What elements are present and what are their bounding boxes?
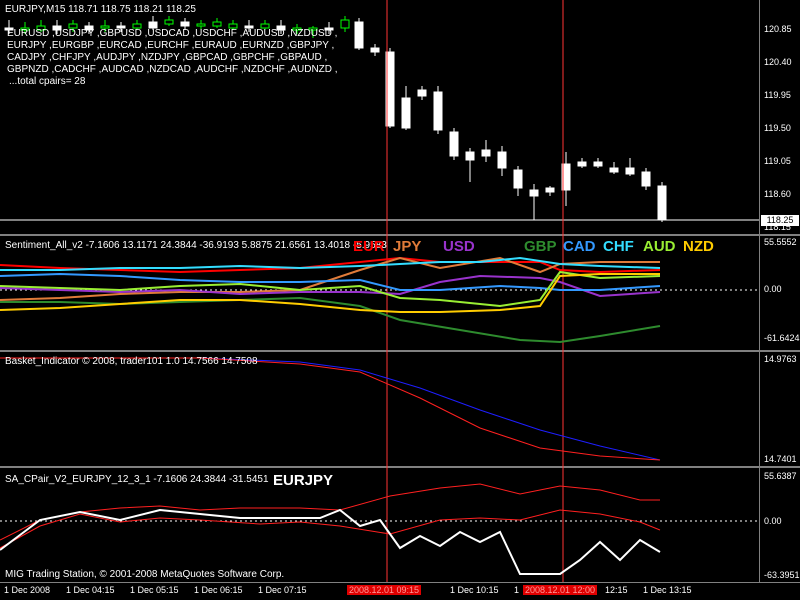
price-label: 119.50 [764,123,791,133]
pairs-line: CADJPY ,CHFJPY ,AUDJPY ,NZDJPY ,GBPCAD ,… [7,52,328,63]
sentiment-scale-zero: 0.00 [764,284,782,294]
candle-body [370,47,380,53]
candle-body [433,91,443,131]
price-label: 120.40 [764,57,792,67]
cpair-scale-top: 55.6387 [764,471,797,481]
candle-body [401,97,411,129]
candle-body [465,151,475,161]
candle-body [449,131,459,157]
candle-body [212,21,222,27]
crosshair-time-label: 2008.12.01 12:00 [523,585,598,595]
cpair-symbol: EURJPY [273,472,334,489]
cpair-title: SA_CPair_V2_EURJPY_12_3_1 -7.1606 24.384… [5,474,269,485]
current-price-marker: 118.25 [761,215,799,226]
basket-scale-top: 14.9763 [764,354,797,364]
candle-body [354,21,364,49]
time-label: 1 Dec 2008 [4,585,51,595]
candle-body [481,149,491,157]
currency-label-cad: CAD [563,238,596,255]
time-label: 12:15 [605,585,628,595]
candle-body [417,89,427,97]
currency-label-aud: AUD [643,238,676,255]
total-pairs-label: ...total cpairs= 28 [9,76,86,87]
sentiment-title: Sentiment_All_v2 -7.1606 13.1171 24.3844… [5,240,387,251]
currency-label-jpy: JPY [393,238,422,255]
time-label: 1 Dec 06:15 [194,585,243,595]
crosshair-time-label: 2008.12.01 09:15 [347,585,422,595]
candle-body [609,167,619,173]
chart-title: EURJPY,M15 118.71 118.75 118.21 118.25 [5,4,196,15]
currency-label-usd: USD [443,238,475,255]
candle-body [545,187,555,193]
time-label: 1 Dec 04:15 [66,585,115,595]
candle-body [340,19,350,29]
basket-scale-bottom: 14.7401 [764,454,797,464]
currency-label-chf: CHF [603,238,634,255]
price-scale-border [759,0,760,582]
currency-label-nzd: NZD [683,238,714,255]
time-label: 1 Dec 07:15 [258,585,307,595]
candle-body [641,171,651,187]
candle-body [497,151,507,169]
price-label: 118.60 [764,189,791,199]
currency-label-gbp: GBP [524,238,557,255]
candle-body [593,161,603,167]
candle-body [513,169,523,189]
cpair-scale-bottom: -63.3951 [764,570,800,580]
pairs-line: EURUSD ,USDJPY ,GBPUSD ,USDCAD ,USDCHF ,… [7,28,338,39]
time-axis-border [0,582,800,583]
candle-body [577,161,587,167]
sentiment-scale-bottom: -61.6424 [764,333,800,343]
currency-label-eur: EUR [353,238,385,255]
pairs-line: EURJPY ,EURGBP ,EURCAD ,EURCHF ,EURAUD ,… [7,40,335,51]
candle-body [657,185,667,221]
candle-body [196,23,206,27]
time-label: 1 Dec 13:15 [643,585,692,595]
pairs-line: GBPNZD ,CADCHF ,AUDCAD ,NZDCAD ,AUDCHF ,… [7,64,338,75]
price-label: 120.85 [764,24,792,34]
candle-body [164,19,174,25]
time-label: 1 Dec 05:15 [130,585,179,595]
candle-body [529,189,539,197]
cpair-line-main [0,508,661,575]
candle-body [625,167,635,175]
basket-title: Basket_Indicator © 2008, trader101 1.0 1… [5,356,258,367]
copyright-label: MIG Trading Station, © 2001-2008 MetaQuo… [5,569,285,580]
price-label: 119.05 [764,156,791,166]
sentiment-scale-top: 55.5552 [764,237,797,247]
basket-line-blue [0,357,661,461]
basket-line-red [0,357,661,461]
time-label: 1 [514,585,520,595]
cpair-scale-zero: 0.00 [764,516,782,526]
chart-canvas[interactable] [0,0,800,600]
cpair-line-upper [0,483,660,541]
time-label: 1 Dec 10:15 [450,585,499,595]
price-label: 119.95 [764,90,791,100]
candle-body [180,21,190,27]
